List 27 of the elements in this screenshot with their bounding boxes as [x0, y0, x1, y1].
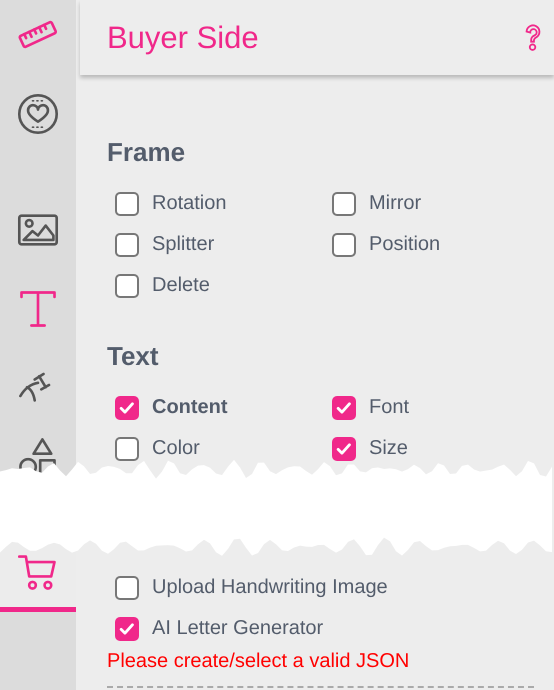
section-heading: Frame	[107, 136, 186, 168]
option-label: Color	[152, 437, 200, 460]
checkbox[interactable]	[332, 232, 356, 256]
checkbox[interactable]	[332, 192, 356, 216]
option-label: Upload Handwriting Image	[152, 576, 388, 599]
checkbox[interactable]	[115, 576, 139, 600]
checkbox[interactable]	[115, 192, 139, 216]
option-label: Mirror	[369, 192, 422, 215]
checkbox[interactable]	[115, 616, 139, 640]
checkbox[interactable]	[115, 436, 139, 460]
checkbox[interactable]	[332, 396, 356, 420]
section-heading: Text	[107, 340, 160, 372]
option-label: Content	[152, 396, 228, 419]
error-message: Please create/select a valid JSON	[107, 649, 410, 673]
option-label: Size	[369, 437, 408, 460]
heart-badge-icon	[16, 92, 60, 136]
checkbox[interactable]	[115, 396, 139, 420]
option-label: Rotation	[152, 192, 226, 215]
panel-title: Buyer Side	[107, 20, 259, 56]
option-label: Splitter	[152, 233, 214, 256]
option-label: AI Letter Generator	[152, 617, 324, 640]
option-label: Position	[369, 233, 440, 256]
option-label: Delete	[152, 274, 210, 297]
option-label: Font	[369, 396, 410, 419]
checkbox[interactable]	[332, 436, 356, 460]
checkbox[interactable]	[115, 232, 139, 256]
checkbox[interactable]	[115, 274, 139, 298]
